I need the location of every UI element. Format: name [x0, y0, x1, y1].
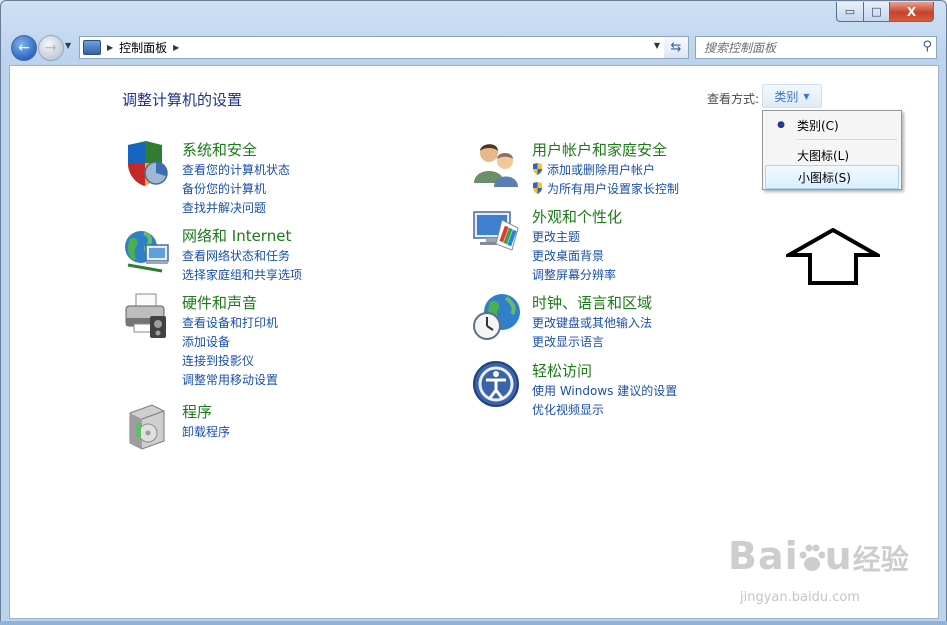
category-title[interactable]: 网络和 Internet: [182, 225, 291, 246]
menu-item-small-icons[interactable]: 小图标(S): [765, 165, 899, 189]
maximize-icon: □: [871, 5, 882, 18]
watermark-brand: Bai: [728, 534, 799, 578]
chevron-down-icon: ▼: [803, 91, 810, 101]
search-icon[interactable]: ⚲: [922, 39, 932, 54]
back-arrow-icon: ←: [18, 40, 30, 56]
task-link[interactable]: 更改显示语言: [532, 333, 604, 350]
category-title[interactable]: 系统和安全: [182, 139, 257, 160]
task-link[interactable]: 查看网络状态和任务: [182, 247, 290, 264]
uac-shield-icon: [533, 182, 542, 194]
category-network-internet: 网络和 Internet 查看网络状态和任务 选择家庭组和共享选项: [122, 225, 382, 283]
category-title[interactable]: 硬件和声音: [182, 292, 257, 313]
task-link[interactable]: 添加或删除用户帐户: [532, 161, 655, 178]
refresh-icon: ⇆: [670, 40, 682, 55]
category-clock-language-region: 时钟、语言和区域 更改键盘或其他输入法 更改显示语言: [472, 292, 732, 352]
control-panel-icon: [83, 40, 101, 55]
security-shield-icon: [128, 141, 168, 186]
task-link-label: 为所有用户设置家长控制: [547, 182, 680, 196]
breadcrumb-chevron-icon[interactable]: ▶: [107, 43, 113, 52]
selected-dot-icon: ●: [777, 120, 785, 130]
menu-item-label: 类别(C): [797, 118, 839, 133]
task-link[interactable]: 使用 Windows 建议的设置: [532, 382, 677, 399]
programs-box-icon: [129, 404, 165, 450]
clock-globe-icon: [473, 294, 520, 340]
paw-print-icon: [799, 544, 826, 571]
caption-buttons: ▭ □ X: [836, 2, 934, 22]
minimize-icon: ▭: [844, 5, 856, 18]
forward-button[interactable]: →: [38, 35, 64, 61]
view-by-menu: ● 类别(C) 大图标(L) 小图标(S): [762, 110, 902, 190]
category-title[interactable]: 时钟、语言和区域: [532, 292, 652, 313]
view-by-label: 查看方式:: [707, 92, 760, 106]
recent-pages-dropdown[interactable]: ▼: [65, 41, 71, 50]
navigation-bar: ← → ▼ ▶ 控制面板 ▶ ▼ ⇆ ⚲: [9, 33, 937, 61]
task-link[interactable]: 优化视频显示: [532, 401, 604, 418]
address-dropdown-icon[interactable]: ▼: [654, 41, 660, 50]
task-link[interactable]: 卸载程序: [182, 423, 230, 440]
printer-icon: [125, 293, 166, 338]
breadcrumb-control-panel[interactable]: 控制面板: [119, 39, 167, 56]
page-title: 调整计算机的设置: [122, 91, 243, 109]
task-link[interactable]: 调整常用移动设置: [182, 371, 278, 388]
task-link[interactable]: 查看您的计算机状态: [182, 161, 290, 178]
up-arrow-icon: [786, 228, 880, 285]
task-link[interactable]: 连接到投影仪: [182, 352, 254, 369]
search-box[interactable]: ⚲: [695, 36, 937, 59]
watermark-brand-end: u: [824, 534, 853, 578]
menu-item-label: 小图标(S): [798, 170, 851, 185]
address-bar[interactable]: ▶ 控制面板 ▶ ▼: [79, 36, 665, 59]
task-link[interactable]: 调整屏幕分辨率: [532, 266, 616, 283]
task-link[interactable]: 查看设备和打印机: [182, 314, 278, 331]
taskbar-edge: [0, 621, 947, 625]
content-area: 调整计算机的设置 查看方式: 类别 ▼ ● 类别(C) 大图标(L) 小图标(S…: [9, 65, 939, 619]
minimize-button[interactable]: ▭: [836, 2, 864, 22]
task-link[interactable]: 添加设备: [182, 333, 230, 350]
uac-shield-icon: [533, 163, 542, 175]
task-link[interactable]: 更改主题: [532, 228, 580, 245]
baidu-jingyan-watermark: Bai u经验 jingyan.baidu.com: [728, 534, 909, 605]
refresh-button[interactable]: ⇆: [664, 36, 689, 59]
appearance-monitor-icon: [473, 211, 519, 251]
menu-item-category[interactable]: ● 类别(C): [765, 114, 897, 136]
control-panel-window: ▭ □ X ← → ▼ ▶ 控制面板 ▶ ▼ ⇆ ⚲ 调整计算机的设置 查看方式…: [0, 0, 947, 625]
view-by-value: 类别: [774, 89, 799, 104]
ease-of-access-icon: [473, 361, 519, 407]
breadcrumb-chevron-icon[interactable]: ▶: [173, 43, 179, 52]
close-button[interactable]: X: [890, 2, 934, 22]
task-link[interactable]: 更改键盘或其他输入法: [532, 314, 652, 331]
close-icon: X: [906, 4, 917, 19]
maximize-button[interactable]: □: [864, 2, 890, 22]
category-hardware-sound: 硬件和声音 查看设备和打印机 添加设备 连接到投影仪 调整常用移动设置: [122, 292, 382, 388]
task-link[interactable]: 查找并解决问题: [182, 199, 266, 216]
users-icon: [474, 144, 518, 187]
category-ease-of-access: 轻松访问 使用 Windows 建议的设置 优化视频显示: [472, 360, 732, 418]
search-input[interactable]: [702, 39, 916, 56]
category-appearance: 外观和个性化 更改主题 更改桌面背景 调整屏幕分辨率: [472, 206, 732, 282]
menu-item-label: 大图标(L): [797, 148, 850, 163]
watermark-url: jingyan.baidu.com: [740, 590, 860, 605]
task-link[interactable]: 选择家庭组和共享选项: [182, 266, 302, 283]
task-link[interactable]: 更改桌面背景: [532, 247, 604, 264]
menu-item-large-icons[interactable]: 大图标(L): [765, 144, 897, 166]
category-title[interactable]: 外观和个性化: [532, 206, 622, 227]
watermark-cn: 经验: [852, 543, 909, 576]
view-by-dropdown[interactable]: 类别 ▼: [762, 84, 822, 108]
back-button[interactable]: ←: [11, 35, 37, 61]
forward-arrow-icon: →: [45, 40, 57, 56]
task-link-label: 添加或删除用户帐户: [547, 163, 656, 177]
category-title[interactable]: 轻松访问: [532, 360, 592, 381]
category-user-accounts: 用户帐户和家庭安全 添加或删除用户帐户 为所有用户设置家长控制: [472, 139, 732, 197]
category-programs: 程序 卸载程序: [122, 401, 382, 451]
task-link[interactable]: 备份您的计算机: [182, 180, 266, 197]
network-globe-icon: [125, 231, 169, 273]
menu-divider: [797, 139, 897, 140]
category-system-security: 系统和安全 查看您的计算机状态 备份您的计算机 查找并解决问题: [122, 139, 382, 215]
task-link[interactable]: 为所有用户设置家长控制: [532, 180, 679, 197]
category-title[interactable]: 用户帐户和家庭安全: [532, 139, 667, 160]
category-title[interactable]: 程序: [182, 401, 212, 422]
